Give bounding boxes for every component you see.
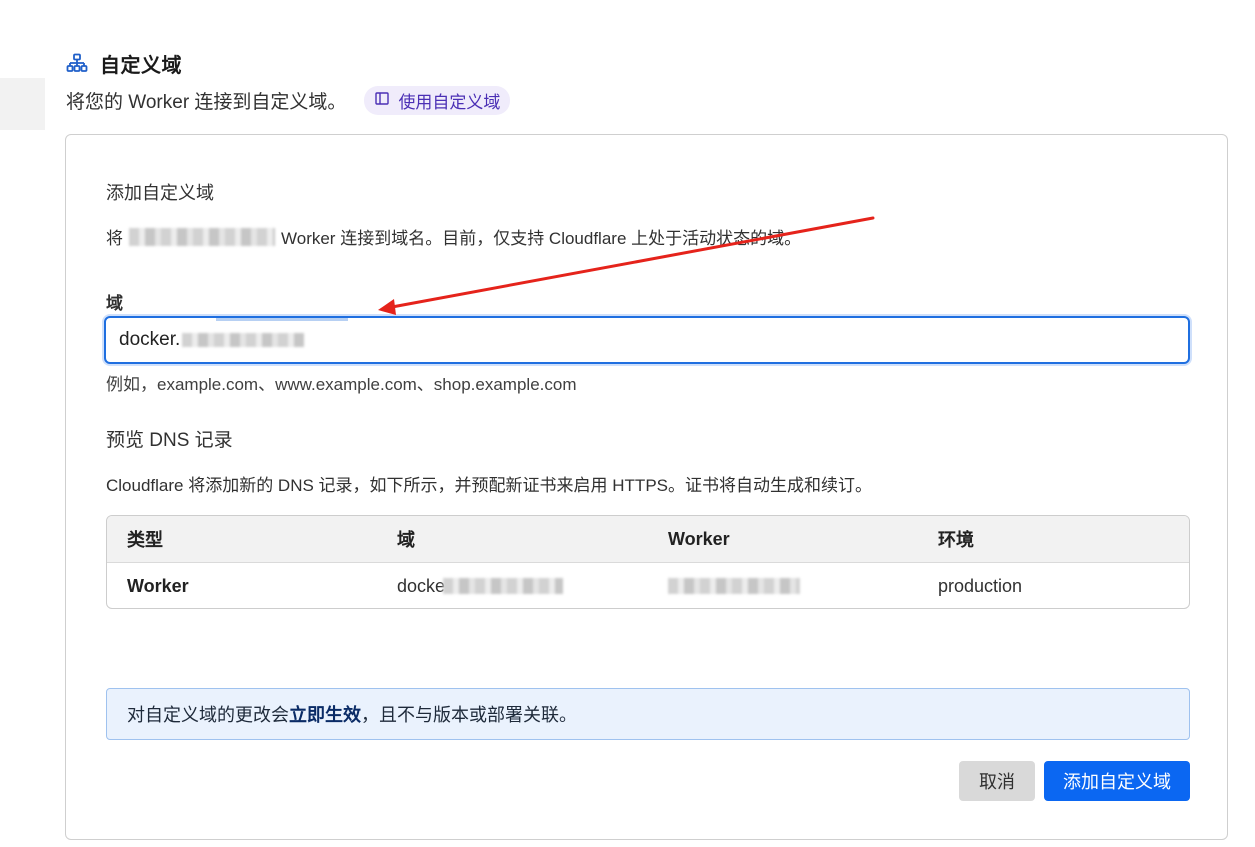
banner-suffix: ，且不与版本或部署关联。 — [361, 705, 577, 725]
column-header-worker: Worker — [668, 528, 730, 549]
banner-emphasis: 立即生效 — [289, 705, 361, 725]
domain-field-hint: 例如，example.com、www.example.com、shop.exam… — [106, 375, 577, 394]
column-header-environment: 环境 — [938, 530, 974, 550]
add-custom-domain-card: 添加自定义域 将 Worker 连接到域名。目前，仅支持 Cloudflare … — [65, 134, 1228, 840]
book-icon — [375, 90, 390, 110]
card-heading: 添加自定义域 — [106, 183, 214, 203]
redacted-worker-name — [668, 578, 800, 594]
table-header-row: 类型 域 Worker 环境 — [107, 516, 1189, 563]
redacted-worker-name — [129, 227, 275, 246]
cell-domain-text: docke — [397, 575, 446, 596]
section-title: 自定义域 — [100, 55, 182, 77]
domain-field-label: 域 — [106, 294, 123, 313]
domain-input[interactable]: docker. — [104, 316, 1190, 364]
cell-environment: production — [938, 575, 1023, 596]
column-header-type: 类型 — [127, 530, 163, 550]
docs-link[interactable]: 使用自定义域 — [364, 86, 511, 115]
redacted-domain — [443, 578, 564, 594]
section-header: 自定义域 — [66, 49, 182, 78]
cancel-button[interactable]: 取消 — [959, 761, 1035, 801]
add-custom-domain-button[interactable]: 添加自定义域 — [1044, 761, 1190, 801]
card-desc-suffix: Worker 连接到域名。目前，仅支持 Cloudflare 上处于活动状态的域… — [281, 229, 802, 248]
section-description-row: 将您的 Worker 连接到自定义域。 使用自定义域 — [66, 86, 511, 115]
domain-input-value: docker. — [119, 329, 181, 350]
cell-type: Worker — [127, 575, 189, 596]
card-description: 将 Worker 连接到域名。目前，仅支持 Cloudflare 上处于活动状态… — [106, 224, 801, 249]
left-panel-edge — [0, 78, 45, 130]
preview-dns-description: Cloudflare 将添加新的 DNS 记录，如下所示，并预配新证书来启用 H… — [106, 476, 872, 495]
table-row: Worker docke production — [107, 563, 1189, 608]
cell-domain: docke — [397, 563, 564, 608]
card-desc-prefix: 将 — [106, 229, 123, 248]
preview-dns-heading: 预览 DNS 记录 — [106, 430, 233, 451]
banner-prefix: 对自定义域的更改会 — [127, 705, 289, 725]
dns-preview-table: 类型 域 Worker 环境 Worker docke production — [106, 515, 1190, 609]
sitemap-icon — [66, 53, 88, 75]
redacted-domain — [182, 333, 305, 347]
section-description: 将您的 Worker 连接到自定义域。 — [66, 92, 347, 113]
docs-link-label: 使用自定义域 — [398, 92, 501, 112]
text-selection-highlight — [216, 318, 348, 321]
cell-worker — [668, 563, 800, 608]
info-banner: 对自定义域的更改会 立即生效 ，且不与版本或部署关联。 — [106, 688, 1190, 740]
column-header-domain: 域 — [397, 530, 415, 550]
